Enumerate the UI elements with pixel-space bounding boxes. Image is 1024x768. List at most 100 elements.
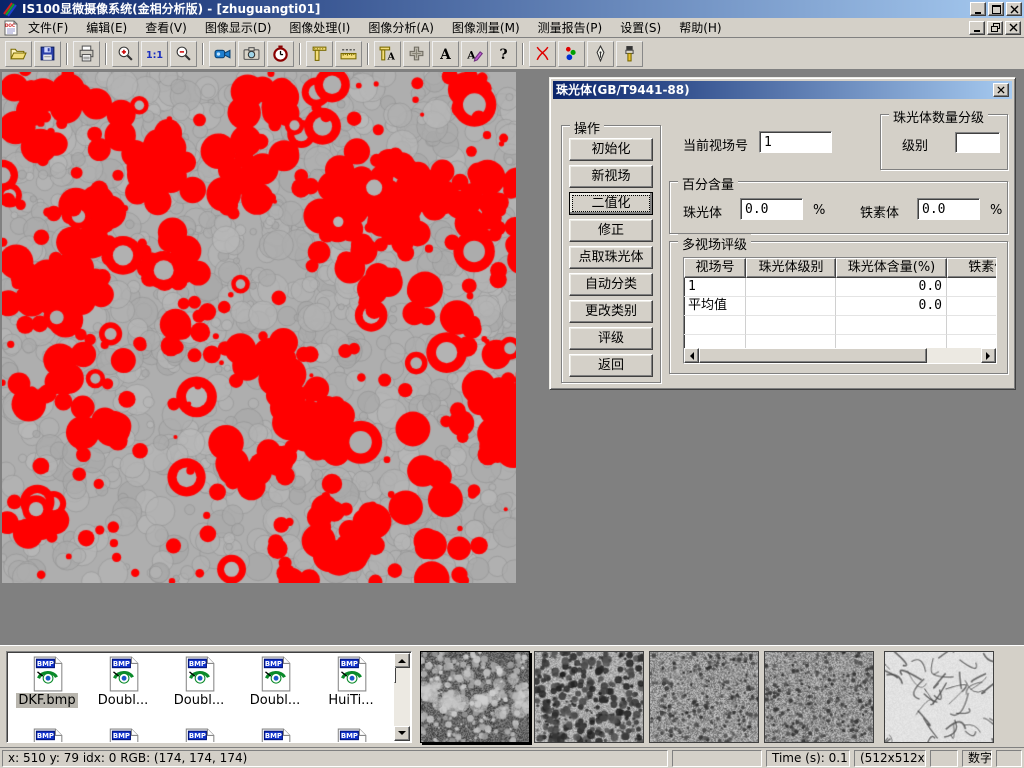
table-column-header[interactable]: 铁素体含量(%) <box>947 258 997 278</box>
menu-item[interactable]: 图像显示(D) <box>196 17 281 38</box>
file-item[interactable]: BMP <box>161 728 237 743</box>
brush-button[interactable] <box>616 41 643 67</box>
table-row[interactable]: 10.0 <box>684 278 996 297</box>
file-item[interactable]: BMP <box>85 728 161 743</box>
measure-text-icon: A <box>379 45 396 62</box>
menu-item[interactable]: 图像测量(M) <box>443 17 529 38</box>
menu-item[interactable]: 查看(V) <box>136 17 196 38</box>
operation-button-7[interactable]: 更改类别 <box>569 300 653 323</box>
menu-item[interactable]: 图像处理(I) <box>280 17 359 38</box>
menu-item[interactable]: 图像分析(A) <box>359 17 443 38</box>
dialog-title: 珠光体(GB/T9441-88) <box>556 81 993 99</box>
operation-button-8[interactable]: 评级 <box>569 327 653 350</box>
document-icon[interactable]: DOC <box>3 20 19 36</box>
file-item[interactable]: BMPDoubl... <box>237 656 313 708</box>
scroll-up-button[interactable] <box>394 653 410 668</box>
merge-button[interactable] <box>403 41 430 67</box>
dialog-title-bar[interactable]: 珠光体(GB/T9441-88) <box>553 81 1012 99</box>
minimize-button[interactable] <box>970 2 986 16</box>
mdi-restore-icon <box>991 23 1000 32</box>
operation-button-3[interactable]: 二值化 <box>569 192 653 215</box>
table-column-header[interactable]: 视场号 <box>684 258 746 278</box>
pearlite-input[interactable] <box>740 198 803 220</box>
scroll-left-button[interactable] <box>684 348 699 363</box>
thumbnail-1[interactable] <box>420 651 530 743</box>
operation-button-9[interactable]: 返回 <box>569 354 653 377</box>
menu-item[interactable]: 文件(F) <box>19 17 77 38</box>
operation-button-6[interactable]: 自动分类 <box>569 273 653 296</box>
grading-table: 视场号珠光体级别珠光体含量(%)铁素体含量(%) 10.0平均值0.0 <box>683 257 997 364</box>
file-item[interactable]: BMP <box>9 728 85 743</box>
operation-button-5[interactable]: 点取珠光体 <box>569 246 653 269</box>
help-button[interactable]: ? <box>490 41 517 67</box>
dialog-close-button[interactable] <box>993 83 1009 97</box>
table-column-header[interactable]: 珠光体含量(%) <box>836 258 947 278</box>
thumbnail-2[interactable] <box>534 651 644 743</box>
table-column-header[interactable]: 珠光体级别 <box>746 258 836 278</box>
vscroll-thumb[interactable] <box>394 667 396 683</box>
operation-button-2[interactable]: 新视场 <box>569 165 653 188</box>
file-name: Doubl... <box>172 693 226 708</box>
menu-item[interactable]: 编辑(E) <box>77 17 136 38</box>
file-item[interactable]: BMP <box>313 728 389 743</box>
file-item[interactable]: BMP <box>237 728 313 743</box>
grading-group-label: 珠光体数量分级 <box>889 107 988 126</box>
measure-text-button[interactable]: A <box>374 41 401 67</box>
status-time: Time (s): 0.113 <box>766 750 850 767</box>
menu-item[interactable]: 设置(S) <box>611 17 670 38</box>
cell-field <box>684 316 746 335</box>
status-bar: x: 510 y: 79 idx: 0 RGB: (174, 174, 174)… <box>0 747 1024 768</box>
curve-button[interactable] <box>529 41 556 67</box>
pen-button[interactable] <box>587 41 614 67</box>
current-field-input[interactable] <box>759 131 832 153</box>
close-button[interactable] <box>1006 2 1022 16</box>
mdi-close-button[interactable] <box>1005 21 1021 35</box>
file-item[interactable]: BMPDKF.bmp <box>9 656 85 708</box>
particles-button[interactable] <box>558 41 585 67</box>
app-icon <box>2 1 18 17</box>
photo-camera-button[interactable] <box>238 41 265 67</box>
table-row[interactable]: 平均值0.0 <box>684 297 996 316</box>
save-button[interactable] <box>34 41 61 67</box>
menu-item[interactable]: 帮助(H) <box>670 17 730 38</box>
ruler-button[interactable] <box>335 41 362 67</box>
mdi-client: 珠光体(GB/T9441-88) 操作 初始化新视场二值化修正点取珠光体自动分类… <box>0 70 1024 645</box>
thumbnail-3[interactable] <box>649 651 759 743</box>
print-button[interactable] <box>73 41 100 67</box>
cell-ferrite <box>947 278 997 297</box>
timer-button[interactable] <box>267 41 294 67</box>
grading-group: 珠光体数量分级 级别 <box>880 114 1008 170</box>
scroll-down-button[interactable] <box>394 726 410 741</box>
zoom-in-button[interactable] <box>112 41 139 67</box>
file-item[interactable]: BMPHuiTi... <box>313 656 389 708</box>
status-empty-3 <box>996 750 1022 767</box>
file-list-vscrollbar[interactable] <box>394 653 410 741</box>
bmp-file-icon: BMP <box>106 656 140 692</box>
file-item[interactable]: BMPDoubl... <box>85 656 161 708</box>
video-camera-button[interactable] <box>209 41 236 67</box>
operation-group-label: 操作 <box>570 118 604 137</box>
ferrite-input[interactable] <box>917 198 980 220</box>
actual-size-button[interactable]: 1:1 <box>141 41 168 67</box>
mdi-restore-button[interactable] <box>987 21 1003 35</box>
menu-item[interactable]: 测量报告(P) <box>529 17 612 38</box>
file-item[interactable]: BMPDoubl... <box>161 656 237 708</box>
grade-input[interactable] <box>955 132 1000 153</box>
table-hscrollbar[interactable] <box>684 348 996 363</box>
operation-button-1[interactable]: 初始化 <box>569 138 653 161</box>
maximize-button[interactable] <box>988 2 1004 16</box>
scroll-right-button[interactable] <box>981 348 996 363</box>
operation-button-4[interactable]: 修正 <box>569 219 653 242</box>
thumbnail-5[interactable] <box>884 651 994 743</box>
zoom-out-button[interactable] <box>170 41 197 67</box>
mdi-minimize-button[interactable] <box>969 21 985 35</box>
specimen-image[interactable] <box>2 72 516 583</box>
annotate-button[interactable]: A <box>461 41 488 67</box>
text-button[interactable]: A <box>432 41 459 67</box>
thumbnail-4[interactable] <box>764 651 874 743</box>
zoom-in-icon <box>117 45 134 62</box>
open-button[interactable] <box>5 41 32 67</box>
table-row[interactable] <box>684 316 996 335</box>
caliper-button[interactable] <box>306 41 333 67</box>
hscroll-thumb[interactable] <box>699 348 927 363</box>
